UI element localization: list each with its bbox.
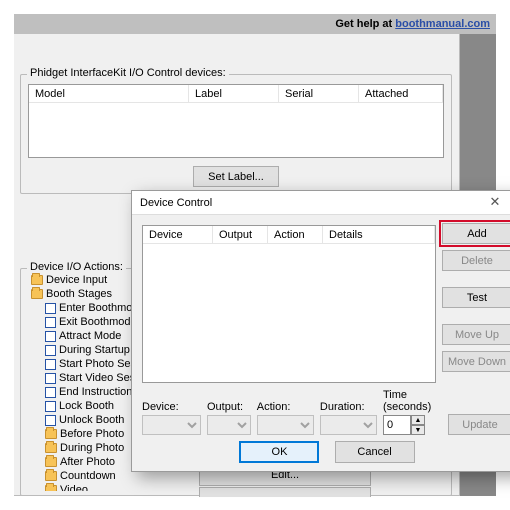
dialog-footer: OK Cancel bbox=[132, 441, 510, 463]
tree-item-label: End Instructions bbox=[59, 385, 138, 399]
col-model[interactable]: Model bbox=[29, 85, 189, 103]
control-list-header: Device Output Action Details bbox=[143, 226, 435, 244]
checkbox-icon bbox=[45, 387, 56, 398]
tree-item-label: During Photo bbox=[60, 441, 124, 455]
checkbox-icon bbox=[45, 401, 56, 412]
ok-button[interactable]: OK bbox=[239, 441, 319, 463]
col-serial[interactable]: Serial bbox=[279, 85, 359, 103]
help-bar: Get help at boothmanual.com bbox=[14, 14, 496, 34]
close-icon[interactable]: ✕ bbox=[476, 194, 510, 212]
tree-item[interactable]: Video bbox=[25, 483, 163, 491]
devices-list[interactable]: Model Label Serial Attached bbox=[28, 84, 444, 158]
dialog-body: Device Output Action Details Add Delete … bbox=[132, 215, 510, 471]
time-label: Time (seconds) bbox=[383, 389, 442, 413]
col-output[interactable]: Output bbox=[213, 226, 268, 244]
device-select[interactable] bbox=[142, 415, 201, 435]
col-details[interactable]: Details bbox=[323, 226, 435, 244]
duration-label: Duration: bbox=[320, 401, 377, 413]
spinner-up-icon[interactable]: ▲ bbox=[411, 415, 425, 425]
dialog-titlebar[interactable]: Device Control ✕ bbox=[132, 191, 510, 215]
tree-item-label: Lock Booth bbox=[59, 399, 114, 413]
add-button[interactable]: Add bbox=[442, 223, 510, 244]
tree-item-label: Exit Boothmode bbox=[59, 315, 137, 329]
cancel-button[interactable]: Cancel bbox=[335, 441, 415, 463]
update-button: Update bbox=[448, 414, 510, 435]
checkbox-icon bbox=[45, 331, 56, 342]
move-down-button: Move Down bbox=[442, 351, 510, 372]
folder-icon bbox=[45, 457, 57, 467]
folder-icon bbox=[45, 485, 57, 491]
actions-group-title: Device I/O Actions: bbox=[27, 261, 126, 273]
col-label[interactable]: Label bbox=[189, 85, 279, 103]
help-prefix: Get help at bbox=[335, 18, 395, 30]
checkbox-icon bbox=[45, 345, 56, 356]
tree-item-label: Countdown bbox=[60, 469, 116, 483]
help-link[interactable]: boothmanual.com bbox=[395, 18, 490, 30]
app-window: Get help at boothmanual.com Phidget Inte… bbox=[14, 14, 496, 496]
time-input[interactable] bbox=[383, 415, 411, 435]
spinner-down-icon[interactable]: ▼ bbox=[411, 425, 425, 435]
devices-group-title: Phidget InterfaceKit I/O Control devices… bbox=[27, 67, 229, 79]
tree-item-label: Before Photo bbox=[60, 427, 124, 441]
delete-button: Delete bbox=[442, 250, 510, 271]
tree-item-label: Unlock Booth bbox=[59, 413, 124, 427]
control-list[interactable]: Device Output Action Details bbox=[142, 225, 436, 383]
test-button[interactable]: Test bbox=[442, 287, 510, 308]
col-attached[interactable]: Attached bbox=[359, 85, 443, 103]
action-label: Action: bbox=[257, 401, 314, 413]
col-action[interactable]: Action bbox=[268, 226, 323, 244]
tree-item-label: Device Input bbox=[46, 273, 107, 287]
checkbox-icon bbox=[45, 317, 56, 328]
checkbox-icon bbox=[45, 415, 56, 426]
folder-icon bbox=[45, 443, 57, 453]
output-label: Output: bbox=[207, 401, 251, 413]
col-device[interactable]: Device bbox=[143, 226, 213, 244]
tree-item-label: During Startup bbox=[59, 343, 130, 357]
form-row: Device: Output: Action: Duration: Time (… bbox=[142, 393, 510, 435]
duration-select[interactable] bbox=[320, 415, 377, 435]
checkbox-icon bbox=[45, 303, 56, 314]
devices-group: Phidget InterfaceKit I/O Control devices… bbox=[20, 74, 452, 194]
folder-icon bbox=[31, 275, 43, 285]
tree-item-label: Attract Mode bbox=[59, 329, 121, 343]
set-label-button[interactable]: Set Label... bbox=[193, 166, 279, 187]
action-select[interactable] bbox=[257, 415, 314, 435]
folder-icon bbox=[45, 471, 57, 481]
device-control-dialog: Device Control ✕ Device Output Action De… bbox=[131, 190, 510, 472]
preview-fragment bbox=[199, 487, 371, 497]
output-select[interactable] bbox=[207, 415, 251, 435]
device-label: Device: bbox=[142, 401, 201, 413]
tree-item-label: Video bbox=[60, 483, 88, 491]
checkbox-icon bbox=[45, 359, 56, 370]
folder-icon bbox=[45, 429, 57, 439]
tree-item-label: Booth Stages bbox=[46, 287, 112, 301]
devices-list-header: Model Label Serial Attached bbox=[29, 85, 443, 103]
side-buttons: Add Delete Test Move Up Move Down bbox=[442, 223, 510, 378]
folder-icon bbox=[31, 289, 43, 299]
dialog-title: Device Control bbox=[140, 197, 212, 209]
tree-item-label: After Photo bbox=[60, 455, 115, 469]
checkbox-icon bbox=[45, 373, 56, 384]
move-up-button: Move Up bbox=[442, 324, 510, 345]
